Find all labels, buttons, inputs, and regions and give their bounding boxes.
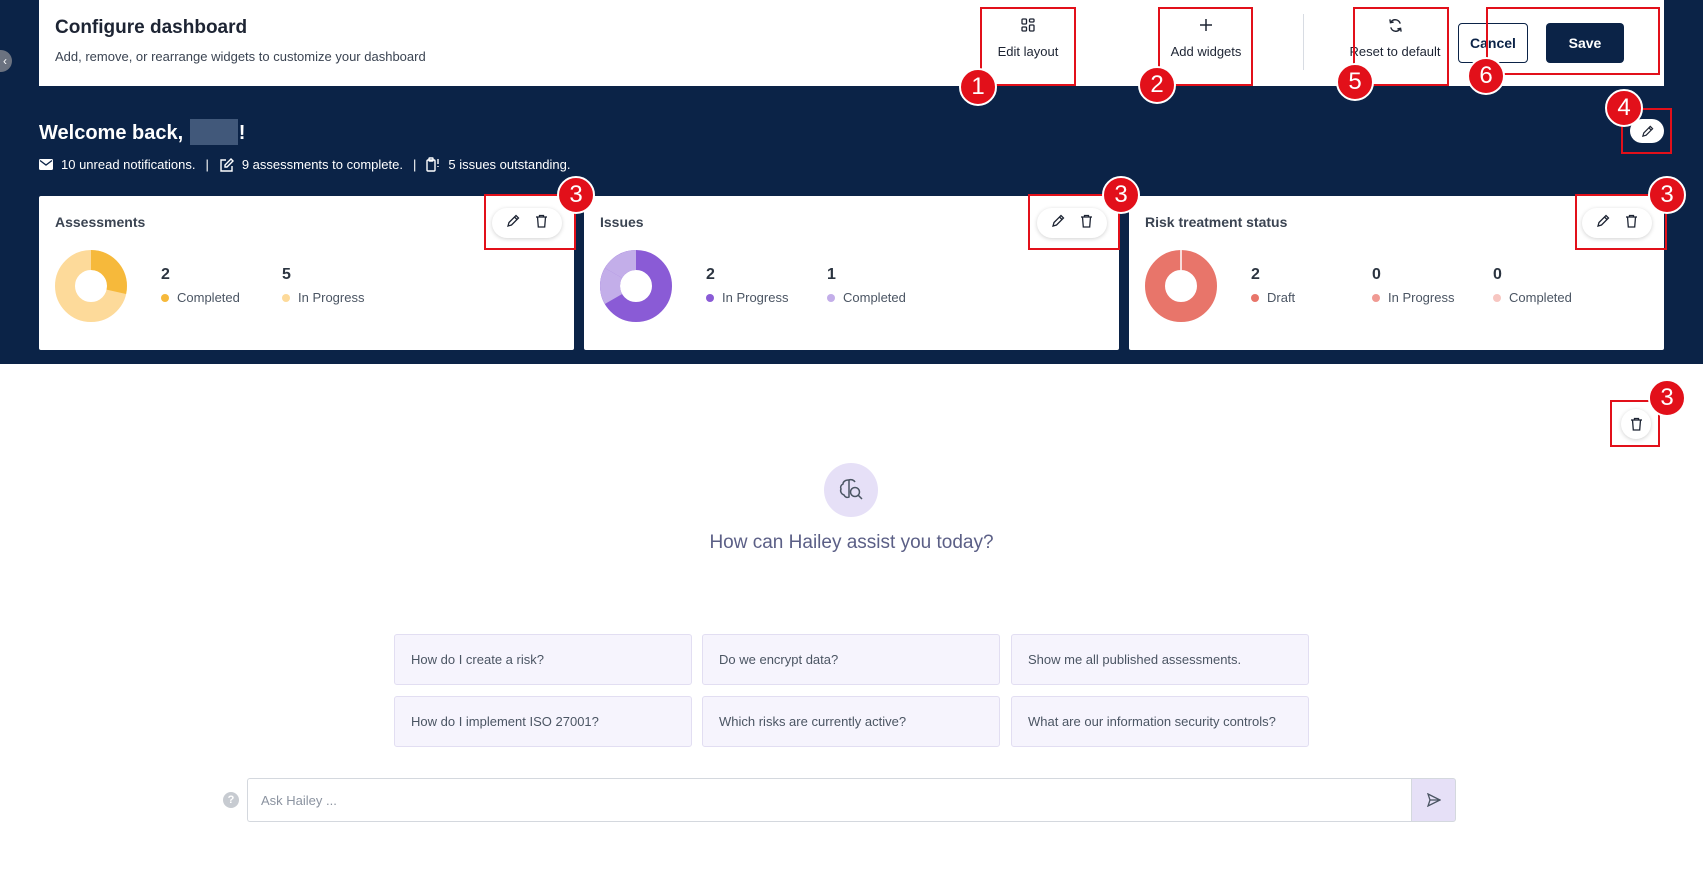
legend-label: Completed: [177, 290, 240, 305]
issues-donut-chart: [600, 250, 672, 322]
suggestion-chip[interactable]: Which risks are currently active?: [702, 696, 1000, 747]
legend-item: 0 In Progress: [1372, 266, 1454, 305]
legend-value: 0: [1493, 266, 1502, 283]
assessments-donut-chart: [55, 250, 127, 322]
legend-item: 5 In Progress: [282, 266, 364, 305]
legend-dot: [827, 293, 835, 302]
suggestion-chip[interactable]: How do I implement ISO 27001?: [394, 696, 692, 747]
welcome-prefix: Welcome back,: [39, 122, 184, 144]
toolbar-divider: [1303, 14, 1304, 70]
legend-label: In Progress: [722, 290, 789, 305]
legend-dot: [706, 293, 714, 302]
issues-text: 5 issues outstanding.: [448, 157, 571, 172]
notifications-text: 10 unread notifications.: [61, 157, 196, 172]
annotation-badge: 6: [1467, 57, 1505, 95]
legend-item: 0 Completed: [1493, 266, 1572, 305]
suggestion-chip[interactable]: Show me all published assessments.: [1011, 634, 1309, 685]
legend-item: 2 In Progress: [706, 266, 788, 305]
assessments-text: 9 assessments to complete.: [241, 157, 403, 172]
notifications-stat[interactable]: 10 unread notifications.: [39, 157, 195, 172]
legend-label: Completed: [843, 290, 906, 305]
welcome-heading: Welcome back, !: [39, 119, 245, 145]
annotation-badge: 3: [1648, 176, 1686, 214]
donut-segment-completed: [90, 250, 127, 295]
legend-label: Completed: [1509, 290, 1572, 305]
legend-label: Draft: [1267, 290, 1296, 305]
config-subtitle: Add, remove, or rearrange widgets to cus…: [55, 49, 426, 64]
annotation-badge: 3: [1648, 379, 1686, 417]
welcome-suffix: !: [238, 122, 246, 144]
suggestion-chip[interactable]: How do I create a risk?: [394, 634, 692, 685]
widget-title: Risk treatment status: [1145, 214, 1288, 230]
annotation-badge: 5: [1336, 63, 1374, 101]
send-icon: [1426, 793, 1441, 807]
widget-title: Assessments: [55, 214, 146, 230]
legend-dot: [1251, 293, 1259, 302]
clipboard-alert-icon: [426, 157, 440, 172]
annotation-badge: 1: [959, 68, 997, 106]
legend-item: 2 Completed: [161, 266, 240, 305]
widget-title: Issues: [600, 214, 644, 230]
legend-value: 2: [161, 266, 170, 283]
annotation-box-cancel-save: [1486, 7, 1660, 75]
send-button[interactable]: [1411, 778, 1456, 822]
annotation-box-edit-layout: [980, 7, 1076, 86]
donut-segment-completed: [600, 268, 623, 304]
legend-dot: [1372, 293, 1380, 302]
legend-value: 2: [1251, 266, 1260, 283]
legend-label: In Progress: [298, 290, 365, 305]
annotation-badge: 3: [1102, 176, 1140, 214]
assessments-stat[interactable]: 9 assessments to complete.: [219, 157, 403, 172]
legend-value: 5: [282, 266, 291, 283]
risk-treatment-donut-chart: [1145, 250, 1217, 322]
brain-search-icon: [824, 463, 878, 517]
edit-square-icon: [220, 157, 234, 172]
issues-stat[interactable]: 5 issues outstanding.: [426, 157, 571, 172]
annotation-badge: 3: [557, 176, 595, 214]
legend-value: 0: [1372, 266, 1381, 283]
help-icon[interactable]: ?: [223, 792, 239, 808]
assistant-heading: How can Hailey assist you today?: [709, 532, 994, 553]
legend-item: 1 Completed: [827, 266, 906, 305]
stat-separator: |: [205, 157, 209, 172]
donut-segment-completed: [604, 250, 637, 279]
ask-hailey-input[interactable]: [247, 778, 1411, 822]
summary-stats: 10 unread notifications. | 9 assessments…: [39, 157, 571, 172]
suggestion-chip[interactable]: Do we encrypt data?: [702, 634, 1000, 685]
legend-item: 2 Draft: [1251, 266, 1295, 305]
stat-separator: |: [412, 157, 417, 172]
suggestion-chip[interactable]: What are our information security contro…: [1011, 696, 1309, 747]
legend-dot: [161, 293, 169, 302]
legend-label: In Progress: [1388, 290, 1455, 305]
redacted-username: [189, 119, 238, 145]
annotation-badge: 4: [1605, 89, 1643, 127]
envelope-icon: [39, 159, 53, 170]
legend-dot: [282, 293, 290, 302]
config-title: Configure dashboard: [55, 17, 248, 38]
annotation-badge: 2: [1138, 66, 1176, 104]
legend-dot: [1493, 293, 1501, 302]
legend-value: 2: [706, 266, 715, 283]
legend-value: 1: [827, 266, 836, 283]
